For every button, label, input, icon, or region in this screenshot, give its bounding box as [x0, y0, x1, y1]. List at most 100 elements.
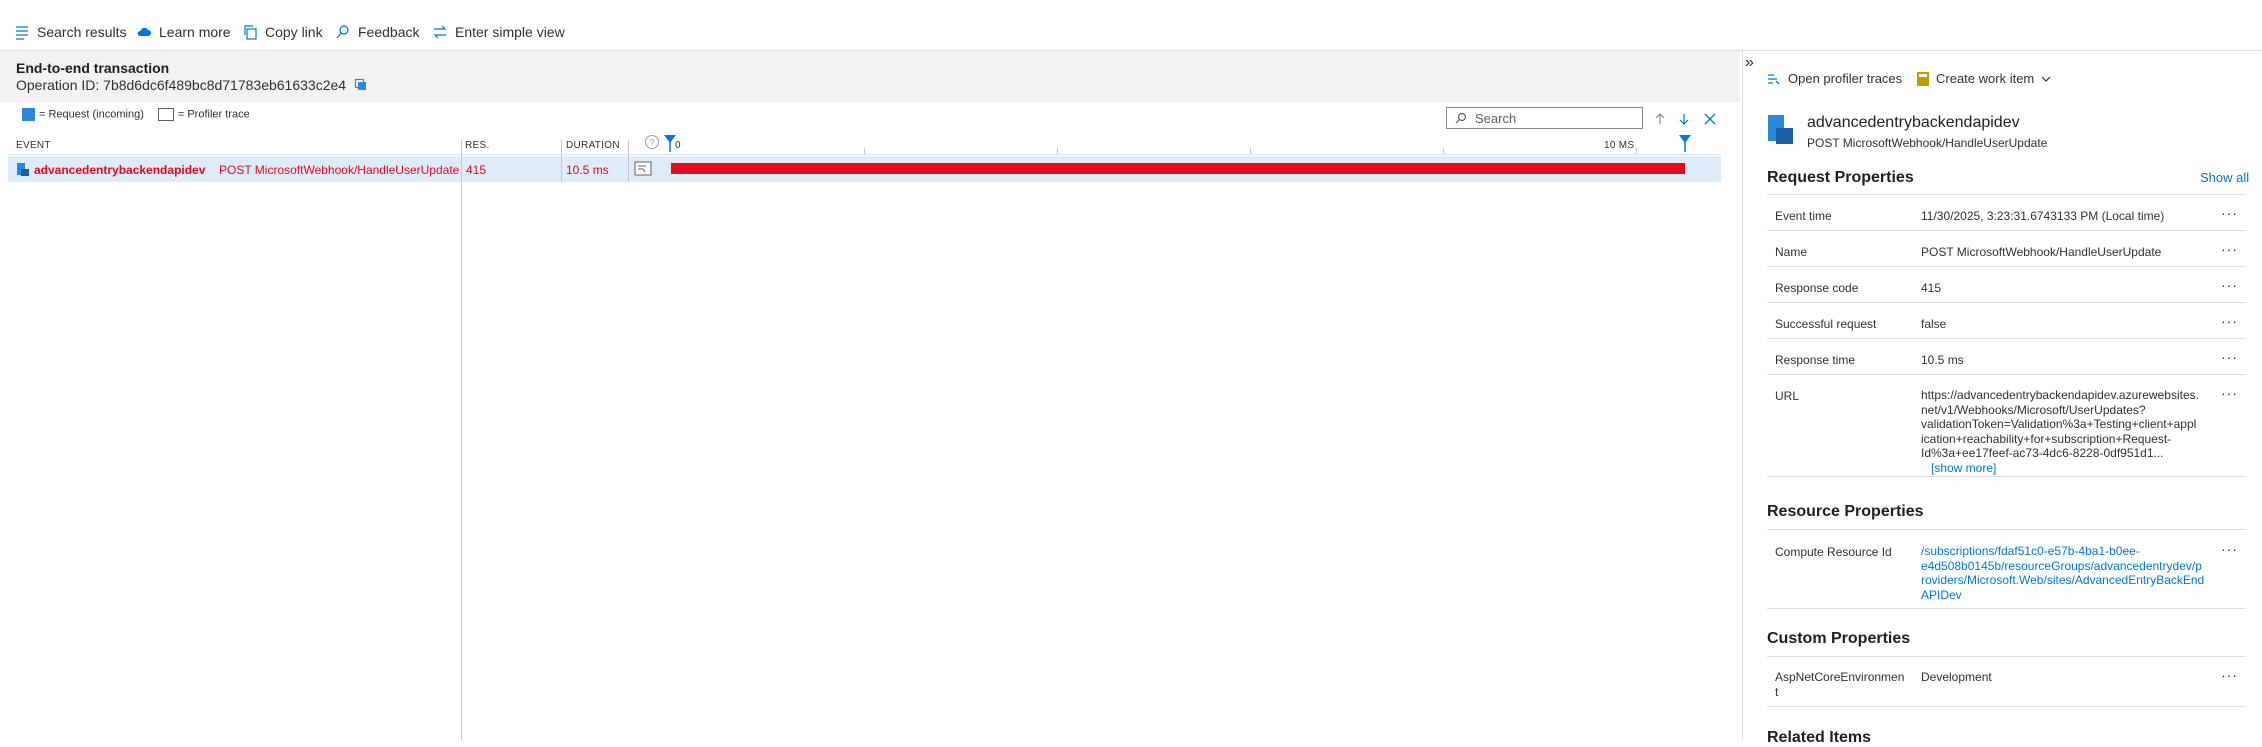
legend: = Request (incoming) = Profiler trace — [22, 108, 250, 121]
column-header-res: RES. — [465, 140, 490, 151]
custom-properties-heading: Custom Properties — [1767, 630, 1911, 647]
resource-name: advancedentrybackendapidev — [1807, 114, 2020, 131]
work-item-icon — [1917, 71, 1929, 86]
compute-resource-line: /subscriptions/fdaf51c0-e57b-4ba1-b0ee- — [1921, 544, 2140, 558]
column-divider — [561, 140, 562, 182]
related-items-heading: Related Items — [1767, 729, 1872, 746]
custom-prop-label: AspNetCoreEnvironmen t — [1775, 670, 1904, 699]
duration-bar[interactable] — [671, 163, 1685, 174]
list-icon — [16, 26, 28, 40]
compute-resource-label: Compute Resource Id — [1775, 545, 1892, 559]
close-icon — [1704, 113, 1716, 125]
create-work-item-label: Create work item — [1936, 71, 2035, 86]
search-results-button[interactable]: Search results — [14, 22, 126, 42]
row-divider — [1767, 194, 2246, 195]
name-label: Name — [1775, 245, 1808, 259]
more-options-button[interactable]: ··· — [2221, 385, 2238, 401]
compute-resource-line: roviders/Microsoft.Web/sites/AdvancedEnt… — [1921, 573, 2205, 587]
profiler-trace-icon[interactable] — [634, 161, 652, 176]
app-service-icon — [1768, 115, 1793, 144]
row-divider — [1767, 476, 2246, 477]
event-time-label: Event time — [1775, 209, 1832, 223]
create-work-item-button[interactable]: Create work item — [1917, 71, 2051, 86]
column-divider — [628, 140, 629, 182]
profiler-trace-icon — [157, 108, 174, 121]
response-code-label: Response code — [1775, 281, 1859, 295]
row-divider — [1767, 608, 2246, 609]
more-options-button[interactable]: ··· — [2221, 277, 2238, 293]
event-operation: POST MicrosoftWebhook/HandleUserUpdate — [219, 163, 460, 177]
chevron-down-icon — [2041, 76, 2051, 82]
compute-resource-value[interactable]: /subscriptions/fdaf51c0-e57b-4ba1-b0ee- … — [1921, 544, 2211, 602]
request-properties-heading: Request Properties — [1767, 169, 1914, 186]
legend-profiler: = Profiler trace — [157, 108, 250, 121]
row-divider — [1767, 338, 2246, 339]
search-input[interactable] — [1473, 109, 1627, 127]
help-icon[interactable]: ? — [644, 134, 660, 150]
response-code-value: 415 — [1921, 281, 1942, 295]
timeline-end-handle-icon[interactable] — [1678, 134, 1692, 152]
feedback-button[interactable]: Feedback — [335, 22, 419, 42]
copy-link-label: Copy link — [265, 24, 323, 40]
custom-prop-label-line: t — [1775, 684, 1779, 699]
url-line: Id%3a+ee17feef-ac73-4dc6-8228-0df951d1..… — [1921, 446, 2164, 460]
url-line: net/v1/Webhooks/Microsoft/UserUpdates? — [1921, 402, 2146, 417]
copy-operation-id-icon[interactable] — [354, 78, 368, 92]
show-more-link[interactable]: [show more] — [1921, 461, 2211, 476]
enter-simple-view-button[interactable]: Enter simple view — [432, 22, 565, 42]
resource-operation: POST MicrosoftWebhook/HandleUserUpdate — [1807, 136, 2048, 150]
event-name[interactable]: advancedentrybackendapidev — [34, 163, 205, 177]
response-time-label: Response time — [1775, 353, 1856, 367]
learn-more-label: Learn more — [159, 24, 231, 40]
row-divider — [1767, 302, 2246, 303]
search-results-label: Search results — [37, 24, 127, 40]
command-bar: Search results Learn more Copy link Feed… — [0, 0, 2262, 51]
name-value: POST MicrosoftWebhook/HandleUserUpdate — [1921, 245, 2162, 259]
custom-prop-label-line: AspNetCoreEnvironmen — [1775, 670, 1905, 684]
app-service-icon — [17, 163, 29, 176]
svg-text:?: ? — [649, 138, 654, 148]
search-icon — [1455, 112, 1467, 124]
learn-more-button[interactable]: Learn more — [136, 22, 231, 42]
arrow-down-icon — [1679, 114, 1689, 125]
row-divider — [1767, 706, 2246, 707]
profiler-icon — [1768, 73, 1780, 84]
close-search-button[interactable] — [1700, 109, 1720, 129]
more-options-button[interactable]: ··· — [2221, 205, 2238, 221]
row-divider — [1767, 656, 2246, 657]
search-box — [1446, 107, 1643, 129]
resource-properties-heading: Resource Properties — [1767, 503, 1924, 520]
successful-request-value: false — [1921, 317, 1947, 331]
more-options-button[interactable]: ··· — [2221, 667, 2238, 683]
more-options-button[interactable]: ··· — [2221, 313, 2238, 329]
previous-match-button[interactable] — [1650, 109, 1670, 129]
open-profiler-label: Open profiler traces — [1788, 71, 1903, 86]
next-match-button[interactable] — [1674, 109, 1694, 129]
cloud-icon — [137, 27, 151, 36]
header-divider — [8, 154, 1721, 155]
open-profiler-traces-button[interactable]: Open profiler traces — [1767, 71, 1902, 86]
url-value: https://advancedentrybackendapidev.azure… — [1921, 388, 2211, 475]
copy-link-button[interactable]: Copy link — [242, 22, 323, 42]
column-divider — [461, 140, 462, 740]
row-divider — [1767, 266, 2246, 267]
enter-simple-view-label: Enter simple view — [455, 24, 565, 40]
event-time-value: 11/30/2025, 3:23:31.6743133 PM (Local ti… — [1921, 209, 2165, 223]
transaction-title: End-to-end transaction — [16, 60, 170, 76]
custom-prop-value: Development — [1921, 670, 1992, 684]
timeline-start-handle-icon[interactable] — [663, 134, 677, 152]
legend-request-label: = Request (incoming) — [39, 108, 144, 121]
swap-icon — [433, 25, 447, 39]
legend-profiler-label: = Profiler trace — [177, 108, 250, 121]
url-line: https://advancedentrybackendapidev.azure… — [1921, 388, 2199, 402]
operation-id-row: Operation ID: 7b8d6dc6f489bc8d71783eb616… — [16, 77, 368, 93]
more-options-button[interactable]: ··· — [2221, 241, 2238, 257]
expand-panel-button[interactable]: » — [1745, 54, 1754, 72]
compute-resource-line: e4d508b0145b/resourceGroups/advancedentr… — [1921, 558, 2202, 573]
more-options-button[interactable]: ··· — [2221, 349, 2238, 365]
show-all-link[interactable]: Show all — [2200, 170, 2249, 185]
url-line: ication+reachability+for+subscription+Re… — [1921, 431, 2172, 446]
event-duration: 10.5 ms — [566, 163, 609, 177]
feedback-label: Feedback — [358, 24, 420, 40]
more-options-button[interactable]: ··· — [2221, 541, 2238, 557]
